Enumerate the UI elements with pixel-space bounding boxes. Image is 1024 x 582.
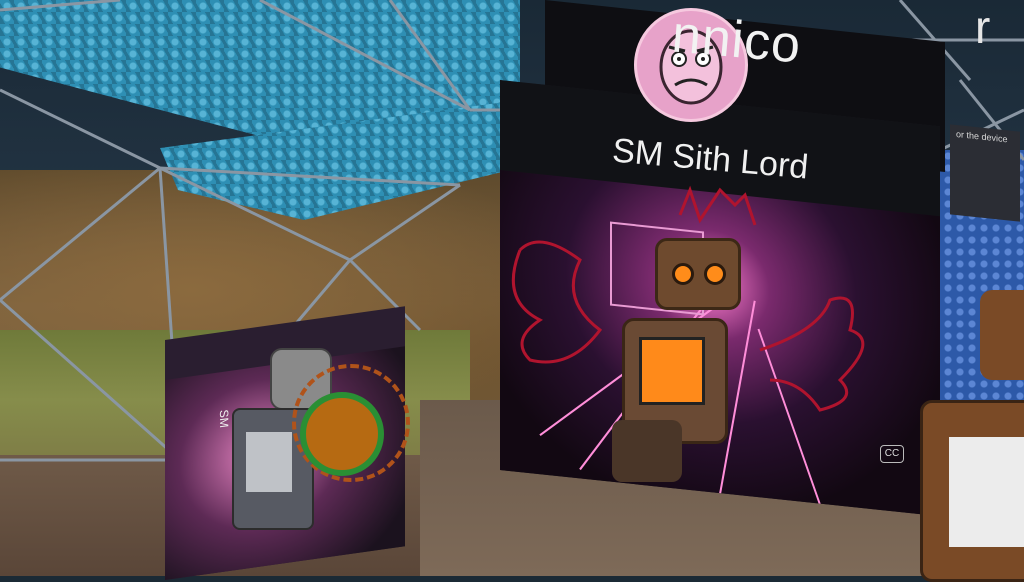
robot-avatar-right-body: [920, 400, 1024, 582]
red-scribble-drawing: [511, 185, 865, 412]
secondary-card-label: SM: [217, 408, 231, 429]
smiley-drawing: [300, 392, 384, 476]
robot-avatar-right-head: [980, 290, 1024, 380]
robot-avatar-head: [655, 238, 741, 310]
robot-avatar-base: [612, 420, 682, 482]
vr-scene: nnico SM Sith Lord r or the device CC SM: [0, 0, 1024, 582]
